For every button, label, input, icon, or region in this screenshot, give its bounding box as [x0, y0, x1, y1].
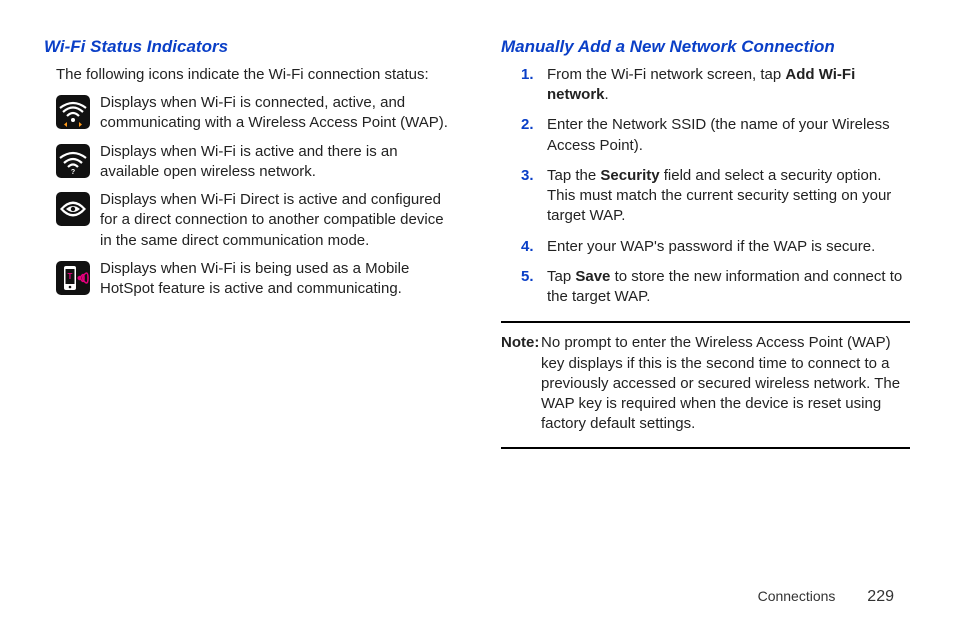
wifi-hotspot-icon: T	[56, 261, 90, 295]
svg-text:?: ?	[71, 169, 75, 176]
wifi-open-icon: ?	[56, 144, 90, 178]
page-footer: Connections 229	[758, 586, 894, 608]
note-label: Note:	[501, 333, 539, 353]
save-bold: Save	[575, 268, 610, 285]
svg-text:T: T	[68, 272, 73, 281]
wifi-indicators-heading: Wi-Fi Status Indicators	[44, 36, 453, 59]
indicator-row-open-network: ? Displays when Wi-Fi is active and ther…	[56, 142, 453, 183]
step-3: Tap the Security field and select a secu…	[521, 166, 910, 227]
left-column: Wi-Fi Status Indicators The following ic…	[44, 36, 453, 449]
security-bold: Security	[600, 167, 659, 184]
manual-add-heading: Manually Add a New Network Connection	[501, 36, 910, 59]
indicator-row-direct: Displays when Wi-Fi Direct is active and…	[56, 190, 453, 251]
indicator-row-connected: Displays when Wi-Fi is connected, active…	[56, 93, 453, 134]
indicator-desc-connected: Displays when Wi-Fi is connected, active…	[100, 93, 453, 134]
wifi-indicators-intro: The following icons indicate the Wi-Fi c…	[56, 65, 453, 85]
wifi-direct-icon	[56, 192, 90, 226]
step-2: Enter the Network SSID (the name of your…	[521, 115, 910, 156]
footer-section: Connections	[758, 588, 836, 604]
note-block: Note: No prompt to enter the Wireless Ac…	[501, 321, 910, 448]
footer-page-number: 229	[867, 588, 894, 605]
indicator-row-hotspot: T Displays when Wi-Fi is being used as a…	[56, 259, 453, 300]
indicator-desc-hotspot: Displays when Wi-Fi is being used as a M…	[100, 259, 453, 300]
step-4: Enter your WAP's password if the WAP is …	[521, 237, 910, 257]
wifi-connected-icon	[56, 95, 90, 129]
step-5: Tap Save to store the new information an…	[521, 267, 910, 308]
note-text: No prompt to enter the Wireless Access P…	[541, 334, 900, 432]
steps-list: From the Wi-Fi network screen, tap Add W…	[521, 65, 910, 308]
indicator-desc-open: Displays when Wi-Fi is active and there …	[100, 142, 453, 183]
step-1: From the Wi-Fi network screen, tap Add W…	[521, 65, 910, 106]
right-column: Manually Add a New Network Connection Fr…	[501, 36, 910, 449]
indicator-desc-direct: Displays when Wi-Fi Direct is active and…	[100, 190, 453, 251]
